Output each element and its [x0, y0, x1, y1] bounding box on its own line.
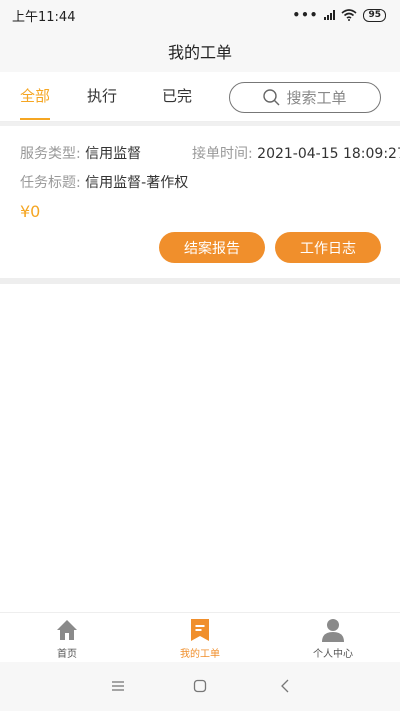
task-title-label: 任务标题: [20, 175, 81, 191]
nav-profile-label: 个人中心 [313, 649, 353, 660]
search-placeholder: 搜索工单 [286, 89, 347, 107]
nav-my-orders-label: 我的工单 [180, 649, 220, 660]
menu-icon[interactable] [106, 674, 130, 698]
status-bar: 上午11:44 ••• 95 [0, 0, 400, 30]
person-icon [322, 619, 344, 642]
nav-home[interactable]: 首页 [22, 617, 112, 663]
search-input[interactable]: 搜索工单 [229, 82, 381, 113]
order-time-row: 接单时间: 2021-04-15 18:09:27 [192, 143, 400, 163]
home-icon [57, 620, 77, 640]
tab-completed[interactable]: 已完成 [155, 72, 199, 153]
tab-all-label: 全部 [20, 87, 51, 105]
order-time-value: 2021-04-15 18:09:27 [257, 146, 400, 162]
task-title-value: 信用监督-著作权 [85, 175, 189, 191]
back-icon[interactable] [273, 674, 297, 698]
task-title-row: 任务标题: 信用监督-著作权 [20, 172, 188, 192]
status-time: 上午11:44 [12, 9, 76, 25]
search-icon [263, 89, 280, 106]
status-icons: ••• 95 [292, 8, 386, 22]
closing-report-button[interactable]: 结案报告 [159, 232, 265, 263]
page-title: 我的工单 [167, 43, 232, 62]
notification-dots: ••• [292, 8, 319, 22]
nav-profile[interactable]: 个人中心 [288, 617, 378, 663]
battery-icon: 95 [363, 8, 386, 22]
order-price: ¥0 [20, 202, 41, 221]
page-header: 我的工单 [0, 30, 400, 72]
nav-my-orders[interactable]: 我的工单 [155, 617, 245, 663]
wifi-icon [341, 9, 357, 21]
divider [0, 278, 400, 284]
nav-home-label: 首页 [57, 649, 77, 660]
order-time-label: 接单时间: [192, 146, 253, 162]
system-nav-bar [0, 662, 400, 711]
work-log-label: 工作日志 [300, 240, 356, 257]
signal-icon [324, 10, 336, 20]
order-card[interactable]: 服务类型: 信用监督 接单时间: 2021-04-15 18:09:27 任务标… [0, 126, 400, 278]
work-order-icon [191, 619, 209, 641]
tab-in-progress[interactable]: 执行中 [80, 72, 124, 153]
service-type-label: 服务类型: [20, 146, 81, 162]
tabs-bar: 全部 执行中 已完成 搜索工单 [0, 72, 400, 153]
bottom-nav: 首页 我的工单 个人中心 [0, 612, 400, 662]
closing-report-label: 结案报告 [184, 240, 240, 257]
home-button-icon[interactable] [188, 674, 212, 698]
service-type-row: 服务类型: 信用监督 [20, 143, 141, 163]
work-log-button[interactable]: 工作日志 [275, 232, 381, 263]
service-type-value: 信用监督 [85, 146, 142, 162]
tab-all[interactable]: 全部 [20, 72, 50, 122]
